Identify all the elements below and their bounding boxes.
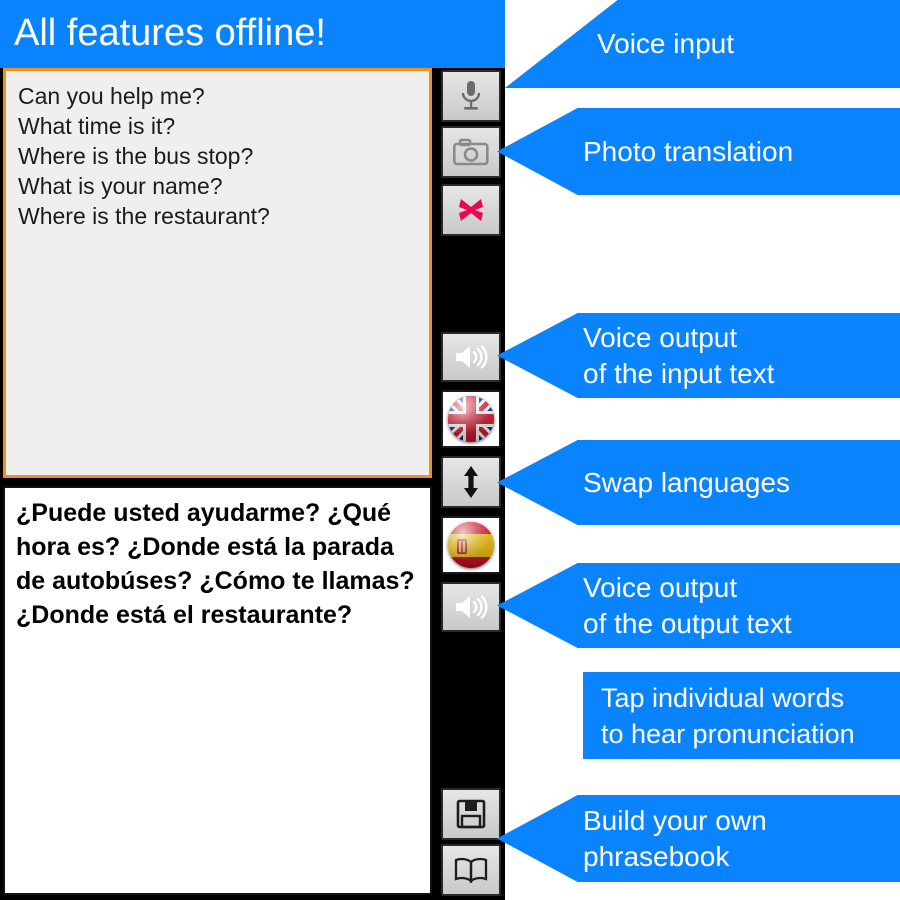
callout-voice-input: Voice input <box>505 0 900 88</box>
speaker-icon <box>456 345 488 369</box>
red-x-icon <box>459 199 483 221</box>
callout-label: Tap individual words to hear pronunciati… <box>601 682 855 749</box>
callout-voice-output-output: Voice output of the output text <box>497 563 900 648</box>
microphone-icon <box>461 81 481 110</box>
speak-output-button[interactable] <box>441 582 501 632</box>
source-text-value: Can you help me? What time is it? Where … <box>18 83 270 229</box>
translated-text-output[interactable]: ¿Puede usted ayudarme? ¿Qué hora es? ¿Do… <box>3 486 432 895</box>
callout-label: Voice output of the input text <box>583 321 775 389</box>
speaker-icon <box>456 595 488 619</box>
source-text-input[interactable]: Can you help me? What time is it? Where … <box>3 68 432 478</box>
save-phrase-button[interactable] <box>441 788 501 840</box>
callout-photo-translation: Photo translation <box>497 108 900 195</box>
callout-swap-languages: Swap languages <box>497 440 900 525</box>
camera-icon <box>453 138 489 166</box>
callout-label: Swap languages <box>583 466 791 498</box>
microphone-button[interactable] <box>441 70 501 122</box>
source-language-button[interactable] <box>441 390 501 448</box>
callout-label: Photo translation <box>583 135 794 167</box>
speak-input-button[interactable] <box>441 332 501 382</box>
callout-label: Build your own phrasebook <box>583 804 767 872</box>
translated-text-value: ¿Puede usted ayudarme? ¿Qué hora es? ¿Do… <box>16 499 415 629</box>
uk-flag-icon <box>448 396 494 442</box>
phone-screenshot: All features offline! Can you help me? W… <box>0 0 505 900</box>
clear-button[interactable] <box>441 184 501 236</box>
target-language-button[interactable] <box>441 516 501 574</box>
spain-flag-icon <box>448 522 494 568</box>
app-header: All features offline! <box>0 0 505 68</box>
action-toolbar <box>436 68 505 900</box>
up-down-arrow-icon <box>464 466 478 498</box>
callout-voice-output-input: Voice output of the input text <box>497 313 900 398</box>
callout-tap-words: Tap individual words to hear pronunciati… <box>583 672 900 759</box>
callout-build-phrasebook: Build your own phrasebook <box>497 795 900 882</box>
callout-label: Voice output of the output text <box>583 571 792 639</box>
camera-button[interactable] <box>441 126 501 178</box>
open-book-icon <box>454 857 488 883</box>
floppy-disk-icon <box>456 799 486 829</box>
callout-label: Voice input <box>597 28 734 59</box>
promo-screenshot: All features offline! Can you help me? W… <box>0 0 900 900</box>
swap-languages-button[interactable] <box>441 456 501 508</box>
page-title: All features offline! <box>14 12 326 54</box>
phrasebook-button[interactable] <box>441 844 501 896</box>
